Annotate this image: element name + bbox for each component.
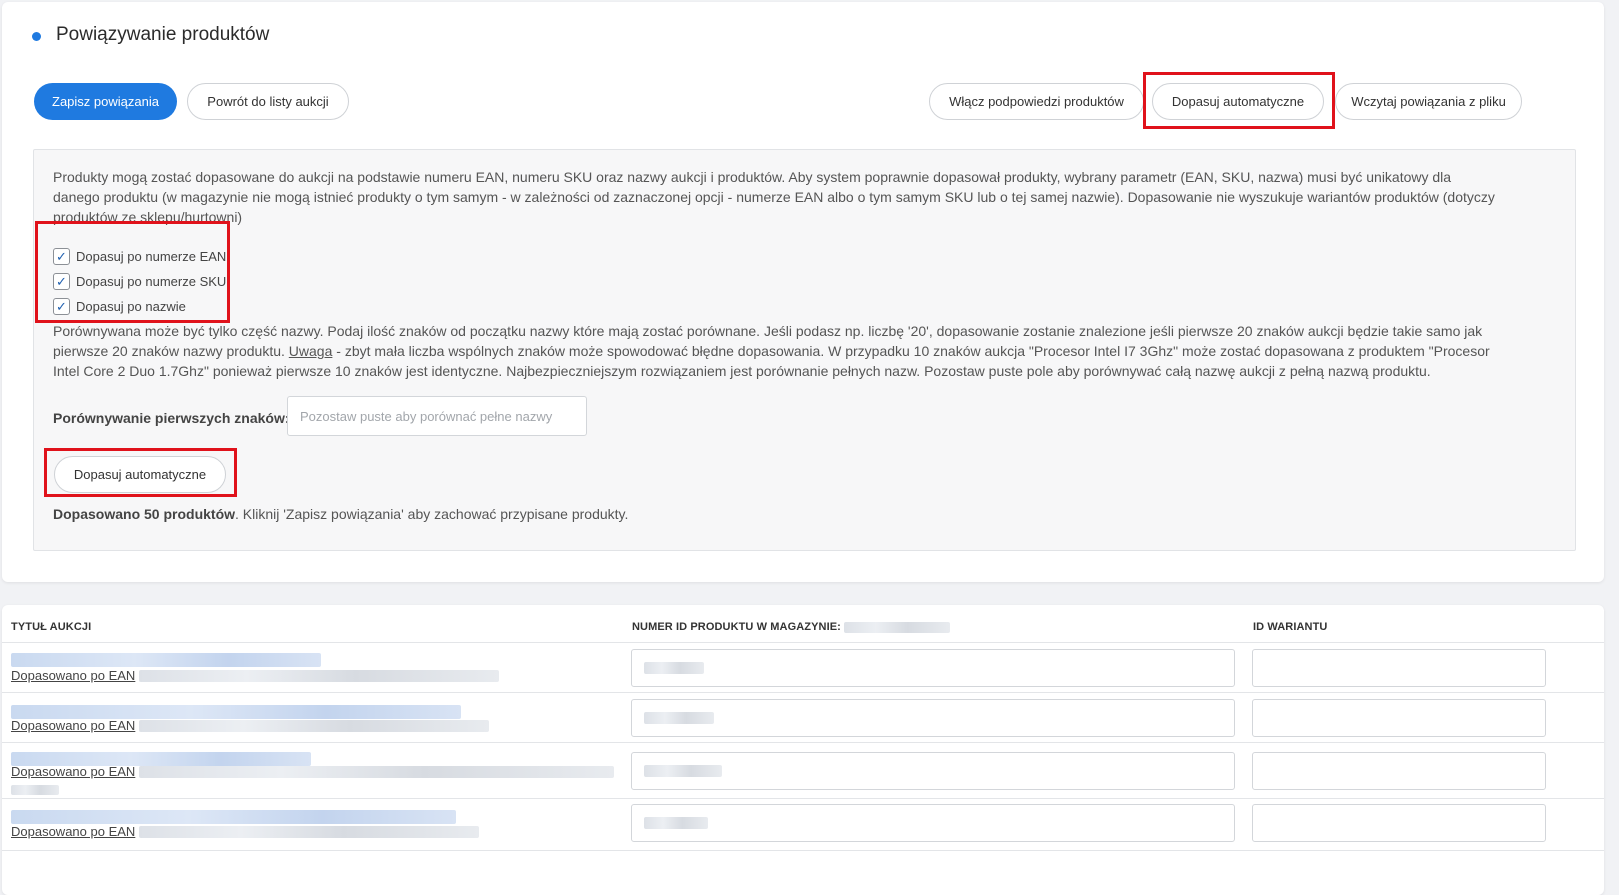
auction-links-table: TYTUŁ AUKCJI NUMER ID PRODUKTU W MAGAZYN… <box>2 605 1604 895</box>
auto-match-options-box: Produkty mogą zostać dopasowane do aukcj… <box>33 149 1576 551</box>
column-header-product-id: NUMER ID PRODUKTU W MAGAZYNIE: <box>632 621 951 633</box>
compare-chars-label: Porównywanie pierwszych znaków: <box>53 410 290 426</box>
check-icon[interactable]: ✓ <box>53 272 70 290</box>
checkbox-label: Dopasuj po nazwie <box>76 298 186 314</box>
product-id-input[interactable] <box>631 699 1235 737</box>
checkbox-match-ean[interactable]: ✓ Dopasuj po numerze EAN <box>53 246 226 266</box>
row-divider <box>2 850 1604 851</box>
dot-icon <box>32 32 41 41</box>
intro-line-3: produktów ze sklepu/hurtowni) <box>53 209 243 225</box>
check-icon[interactable]: ✓ <box>53 297 70 315</box>
matched-by-ean-link[interactable]: Dopasowano po EAN <box>11 668 135 683</box>
variant-id-input[interactable] <box>1252 699 1546 737</box>
matched-by-ean-link[interactable]: Dopasowano po EAN <box>11 824 135 839</box>
checkbox-label: Dopasuj po numerze SKU <box>76 273 227 289</box>
compare-line-2: pierwsze 20 znaków nazwy produktu. Uwaga… <box>53 341 1490 361</box>
match-result-count: Dopasowano 50 produktów <box>53 506 236 522</box>
auto-match-button[interactable]: Dopasuj automatyczne <box>54 456 226 493</box>
variant-id-input[interactable] <box>1252 752 1546 790</box>
enable-product-hints-button[interactable]: Włącz podpowiedzi produktów <box>929 83 1144 120</box>
variant-id-input[interactable] <box>1252 804 1546 842</box>
check-icon[interactable]: ✓ <box>53 247 70 265</box>
matched-by-ean-link[interactable]: Dopasowano po EAN <box>11 764 135 779</box>
checkbox-label: Dopasuj po numerze EAN <box>76 248 227 264</box>
row-divider <box>2 642 1604 643</box>
row-divider <box>2 798 1604 799</box>
save-links-button[interactable]: Zapisz powiązania <box>34 83 177 120</box>
match-result-message: Dopasowano 50 produktów. Kliknij 'Zapisz… <box>53 506 628 522</box>
load-links-from-file-button[interactable]: Wczytaj powiązania z pliku <box>1335 83 1522 120</box>
compare-line-2-post: - zbyt mała liczba wspólnych znaków może… <box>336 343 1490 359</box>
product-id-input[interactable] <box>631 752 1235 790</box>
compare-chars-input[interactable] <box>287 396 587 436</box>
column-header-variant-id: ID WARIANTU <box>1253 621 1328 633</box>
match-result-rest: . Kliknij 'Zapisz powiązania' aby zachow… <box>235 506 629 522</box>
warning-label: Uwaga <box>288 343 333 359</box>
product-id-input[interactable] <box>631 649 1235 687</box>
intro-line-2: danego produktu (w magazynie nie mogą is… <box>53 189 1495 205</box>
compare-line-3: Intel Core 2 Duo 1.7Ghz" ponieważ pierws… <box>53 363 1431 379</box>
row-divider <box>2 692 1604 693</box>
product-id-input[interactable] <box>631 804 1235 842</box>
checkbox-match-sku[interactable]: ✓ Dopasuj po numerze SKU <box>53 271 226 291</box>
compare-line-1: Porównywana może być tylko część nazwy. … <box>53 323 1483 339</box>
variant-id-input[interactable] <box>1252 649 1546 687</box>
checkbox-match-name[interactable]: ✓ Dopasuj po nazwie <box>53 296 186 316</box>
product-linking-panel: Powiązywanie produktów Zapisz powiązania… <box>2 2 1604 582</box>
page-title: Powiązywanie produktów <box>56 24 270 45</box>
auto-match-top-button[interactable]: Dopasuj automatyczne <box>1152 83 1324 120</box>
row-divider <box>2 742 1604 743</box>
column-header-auction-title: TYTUŁ AUKCJI <box>11 621 92 633</box>
matched-by-ean-link[interactable]: Dopasowano po EAN <box>11 718 135 733</box>
intro-line-1: Produkty mogą zostać dopasowane do aukcj… <box>53 169 1452 185</box>
compare-line-2-pre: pierwsze 20 znaków nazwy produktu. <box>53 343 285 359</box>
back-to-auctions-button[interactable]: Powrót do listy aukcji <box>187 83 349 120</box>
